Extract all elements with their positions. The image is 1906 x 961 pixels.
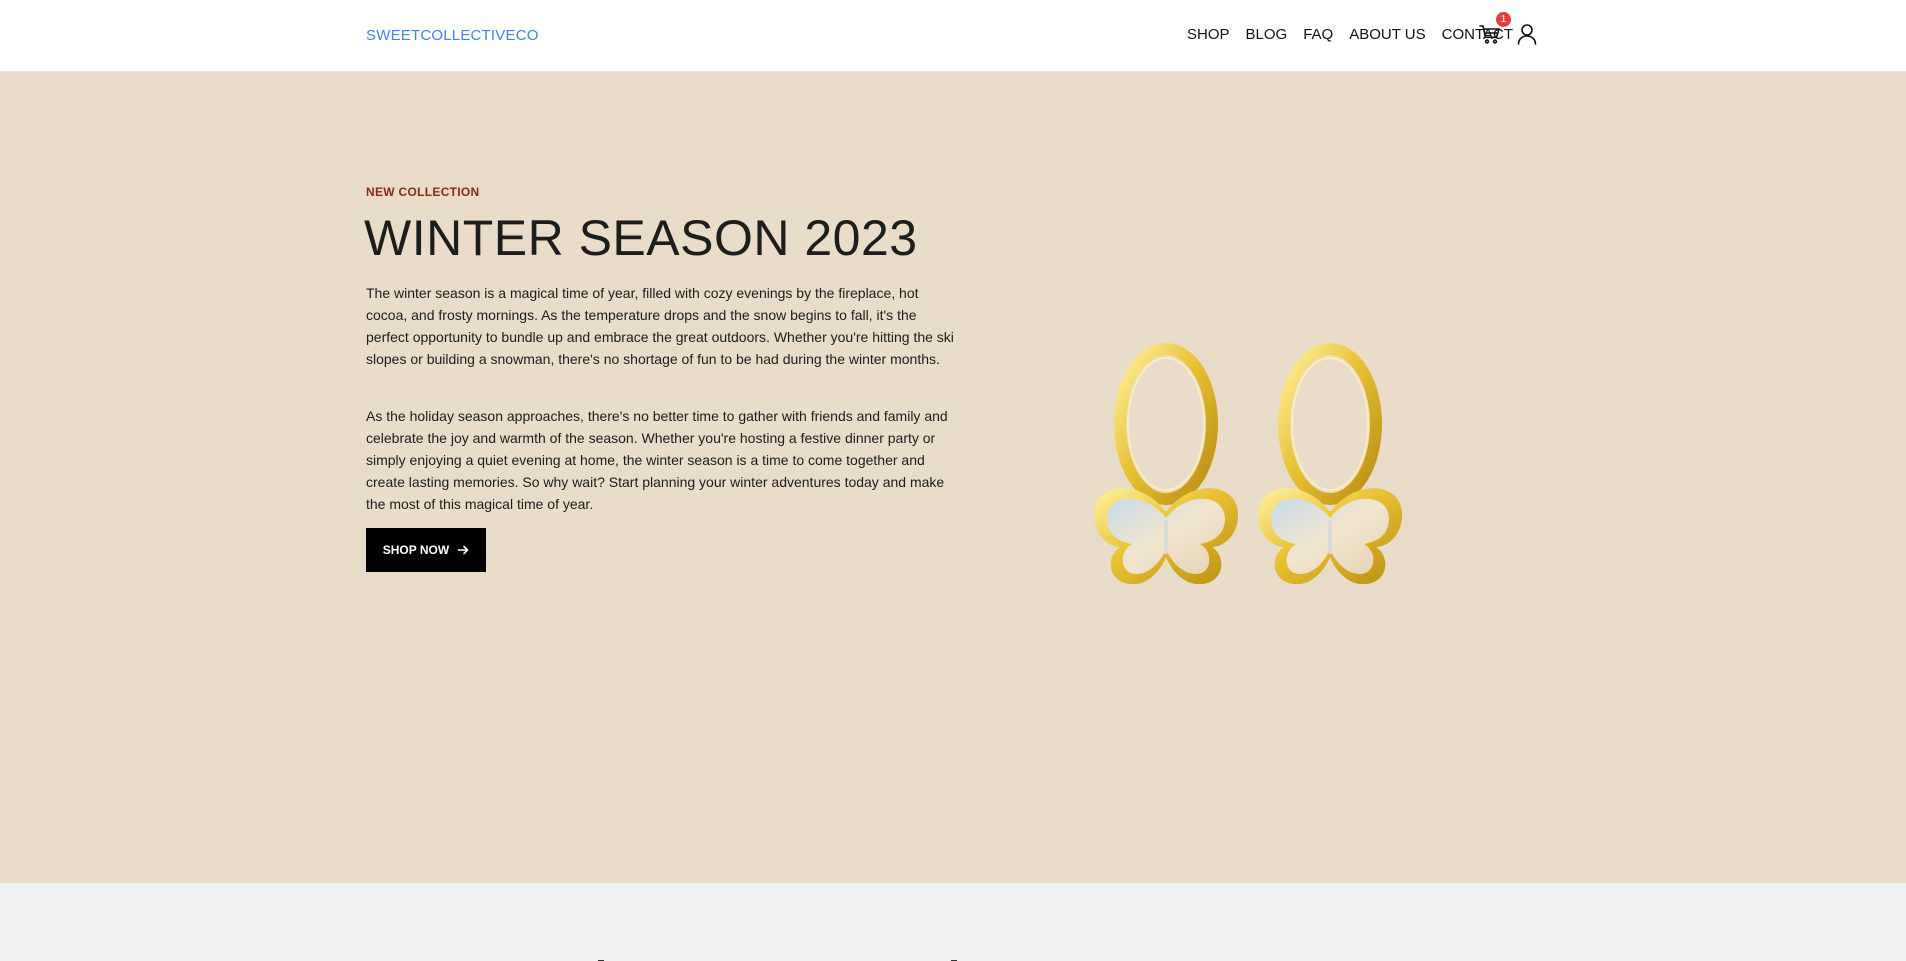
nav-about-us[interactable]: ABOUT US: [1349, 26, 1425, 43]
site-header: SWEETCOLLECTIVECO SHOP BLOG FAQ ABOUT US…: [0, 0, 1906, 72]
nav-faq[interactable]: FAQ: [1303, 26, 1333, 43]
hero-section: NEW COLLECTION WINTER SEASON 2023 The wi…: [0, 72, 1906, 883]
hero-paragraph-1: The winter season is a magical time of y…: [366, 285, 954, 367]
shop-now-label: SHOP NOW: [382, 543, 450, 557]
main-nav: SHOP BLOG FAQ ABOUT US CONTACT: [1187, 26, 1513, 43]
shop-now-button[interactable]: SHOP NOW: [366, 528, 486, 572]
hero-title: WINTER SEASON 2023: [364, 210, 918, 266]
nav-shop[interactable]: SHOP: [1187, 26, 1230, 43]
butterfly-earrings-image: [1093, 343, 1403, 585]
nav-blog[interactable]: BLOG: [1246, 26, 1288, 43]
cart-count-badge: 1: [1496, 12, 1511, 27]
user-icon[interactable]: [1515, 22, 1541, 48]
next-section: [0, 883, 1906, 961]
arrow-right-icon: [457, 545, 469, 555]
hero-eyebrow: NEW COLLECTION: [366, 185, 480, 199]
brand-logo[interactable]: SWEETCOLLECTIVECO: [366, 27, 539, 44]
hero-paragraph-2: As the holiday season approaches, there'…: [366, 408, 948, 512]
